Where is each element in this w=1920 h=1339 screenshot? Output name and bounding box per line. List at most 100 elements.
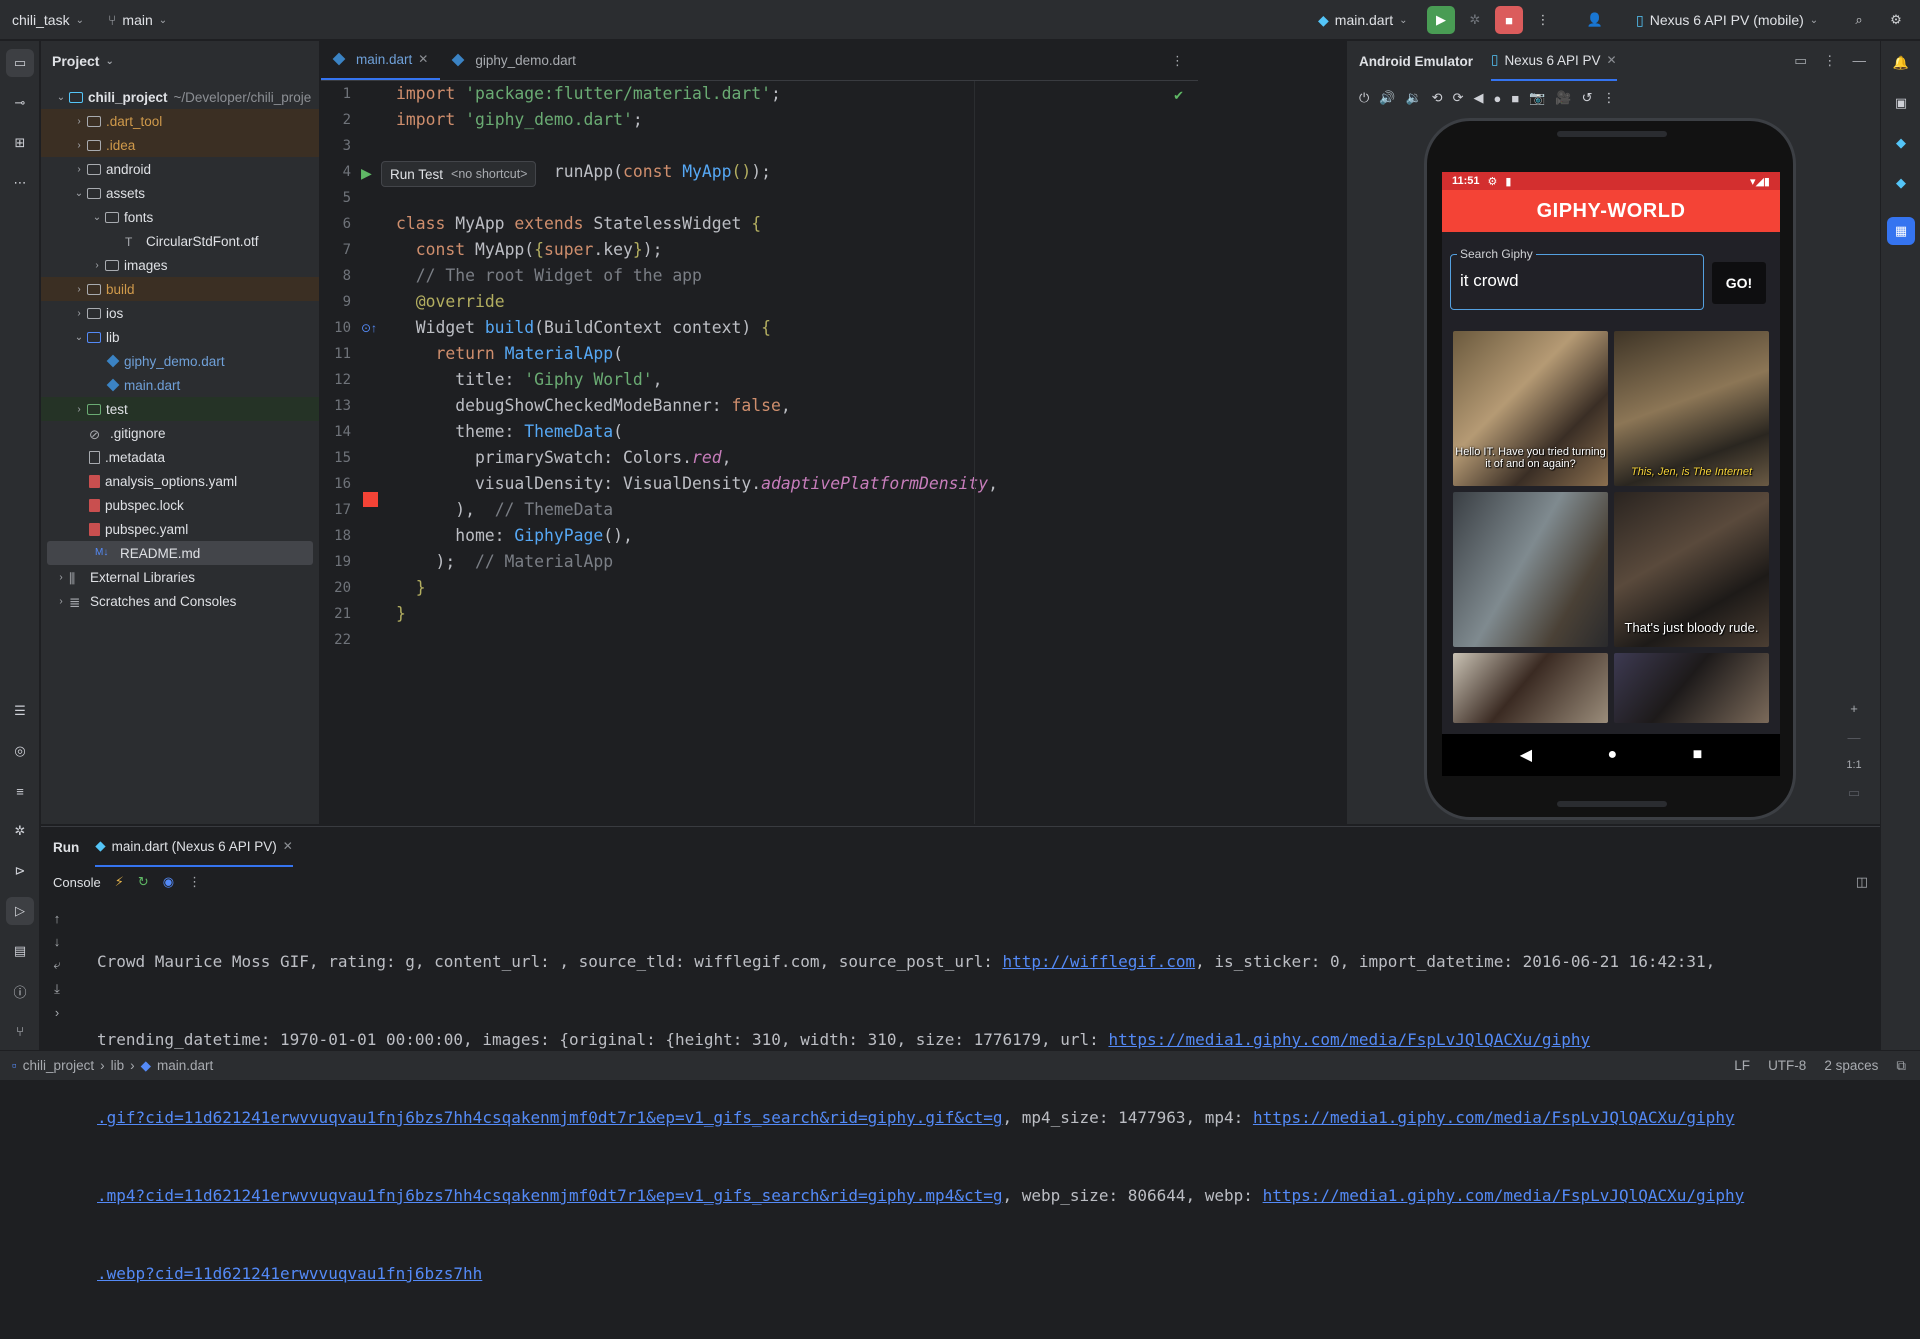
more-icon[interactable]: ⋮ — [188, 874, 201, 890]
breadcrumb-item[interactable]: main.dart — [157, 1058, 213, 1073]
device-selector[interactable]: ▯ Nexus 6 API PV (mobile) ⌄ — [1636, 0, 1818, 40]
nav-back-icon[interactable]: ◀ — [1520, 745, 1532, 765]
git-icon[interactable]: ⑂ — [6, 1017, 34, 1045]
tree-item[interactable]: main.dart — [41, 373, 319, 397]
branch-switcher[interactable]: ⑂ main ⌄ — [108, 0, 167, 40]
gif-thumbnail[interactable] — [1614, 653, 1769, 723]
search-icon[interactable]: ⌕ — [1845, 6, 1873, 34]
rotate-right-icon[interactable]: ⟳ — [1453, 90, 1464, 106]
tree-item[interactable]: › ≣ Scratches and Consoles — [41, 589, 319, 613]
tree-item[interactable]: › ⫼ External Libraries — [41, 565, 319, 589]
devtools-icon[interactable]: ◉ — [163, 874, 174, 890]
more-icon[interactable]: ⋮ — [1823, 53, 1837, 69]
tree-item[interactable]: › build — [41, 277, 319, 301]
breadcrumb-item[interactable]: lib — [111, 1058, 125, 1073]
tree-item[interactable]: ⌄ lib — [41, 325, 319, 349]
more-tools-icon[interactable]: ⋯ — [6, 169, 34, 197]
soft-wrap-icon[interactable]: ⤶ — [53, 957, 60, 973]
run-config-selector[interactable]: ◆ main.dart ⌄ — [1318, 0, 1408, 40]
run-tool-icon[interactable]: ▷ — [6, 897, 34, 925]
tree-item[interactable]: pubspec.yaml — [41, 517, 319, 541]
flutter-inspector-icon[interactable]: ◎ — [6, 737, 34, 765]
power-icon[interactable]: ⏻ — [1359, 90, 1369, 106]
gif-thumbnail[interactable]: This, Jen, is The Internet — [1614, 331, 1769, 486]
scroll-down-icon[interactable]: ↓ — [54, 934, 61, 949]
stop-icon[interactable]: ■ — [1495, 6, 1523, 34]
tree-root[interactable]: ⌄ chili_project ~/Developer/chili_proje — [41, 85, 319, 109]
more-icon[interactable]: ⋮ — [1171, 53, 1184, 69]
console-link[interactable]: https://media1.giphy.com/media/FspLvJQlQ… — [1253, 1108, 1735, 1127]
run-tab-title[interactable]: Run — [53, 840, 79, 855]
lock-icon[interactable]: ⧉ — [1896, 1058, 1906, 1074]
indent-setting[interactable]: 2 spaces — [1824, 1058, 1878, 1073]
flutter-outline-icon[interactable]: ◆ — [1887, 129, 1915, 157]
tab-giphy-demo[interactable]: giphy_demo.dart — [440, 40, 588, 80]
gif-thumbnail[interactable] — [1453, 492, 1608, 647]
project-switcher[interactable]: chili_task ⌄ — [12, 0, 84, 40]
tree-item[interactable]: › .dart_tool — [41, 109, 319, 133]
fit-screen-icon[interactable]: ▭ — [1848, 785, 1860, 801]
nav-home-icon[interactable]: ● — [1607, 746, 1617, 764]
expand-icon[interactable]: › — [55, 1005, 59, 1020]
close-icon[interactable]: ✕ — [1607, 53, 1617, 67]
rotate-left-icon[interactable]: ⟲ — [1432, 90, 1443, 106]
scroll-to-end-icon[interactable]: ⤓ — [54, 981, 60, 997]
run-gutter-icon[interactable]: ▶ — [361, 165, 372, 182]
device-manager-icon[interactable]: ▣ — [1887, 89, 1915, 117]
back-icon[interactable]: ◀ — [1473, 90, 1483, 106]
override-gutter-icon[interactable]: ⊙↑ — [361, 321, 377, 335]
tree-item[interactable]: giphy_demo.dart — [41, 349, 319, 373]
emulator-tool-icon[interactable]: ▦ — [1887, 217, 1915, 245]
console-link[interactable]: .webp?cid=11d621241erwvvuqvau1fnj6bzs7hh — [97, 1264, 482, 1283]
console-link[interactable]: https://media1.giphy.com/media/FspLvJQlQ… — [1263, 1186, 1745, 1205]
line-separator[interactable]: LF — [1734, 1058, 1750, 1073]
volume-up-icon[interactable]: 🔊 — [1379, 90, 1395, 106]
project-panel-header[interactable]: Project ⌄ — [41, 41, 319, 81]
gif-thumbnail[interactable]: Hello IT. Have you tried turning it of a… — [1453, 331, 1608, 486]
tree-item[interactable]: › ios — [41, 301, 319, 325]
breadcrumb-item[interactable]: chili_project — [23, 1058, 94, 1073]
zoom-in-icon[interactable]: + — [1850, 701, 1858, 716]
flutter-performance-icon[interactable]: ◆ — [1887, 169, 1915, 197]
console-link[interactable]: .gif?cid=11d621241erwvvuqvau1fnj6bzs7hh4… — [97, 1108, 1002, 1127]
debug-icon[interactable]: ✲ — [1461, 6, 1489, 34]
problems-icon[interactable]: ⓘ — [6, 977, 34, 1005]
tab-main-dart[interactable]: main.dart ✕ — [321, 40, 441, 80]
tree-item[interactable]: › .idea — [41, 133, 319, 157]
project-tool-icon[interactable]: ▭ — [6, 49, 34, 77]
console-output[interactable]: Crowd Maurice Moss GIF, rating: g, conte… — [97, 897, 1877, 1339]
run-config-tab[interactable]: ◆ main.dart (Nexus 6 API PV) ✕ — [95, 827, 293, 867]
record-icon[interactable]: 🎥 — [1555, 90, 1571, 106]
zoom-actual-size[interactable]: 1:1 — [1846, 759, 1861, 771]
volume-down-icon[interactable]: 🔉 — [1405, 90, 1421, 106]
tree-item-selected[interactable]: M↓ README.md — [47, 541, 313, 565]
gif-thumbnail[interactable] — [1453, 653, 1608, 723]
minimize-icon[interactable]: — — [1853, 53, 1867, 69]
add-user-icon[interactable]: 👤 — [1581, 6, 1609, 34]
snapshot-icon[interactable]: ↺ — [1582, 90, 1593, 106]
tree-item[interactable]: .metadata — [41, 445, 319, 469]
gif-thumbnail[interactable]: That's just bloody rude. — [1614, 492, 1769, 647]
nav-recents-icon[interactable]: ■ — [1693, 746, 1703, 764]
tree-item[interactable]: › android — [41, 157, 319, 181]
more-icon[interactable]: ⋮ — [1602, 90, 1615, 106]
console-tab[interactable]: Console — [53, 875, 101, 890]
outline-icon[interactable]: ≡ — [6, 777, 34, 805]
console-link[interactable]: https://media1.giphy.com/media/FspLvJQlQ… — [1108, 1030, 1590, 1049]
hot-restart-icon[interactable]: ↻ — [138, 874, 149, 890]
emulator-device-tab[interactable]: ▯ Nexus 6 API PV ✕ — [1491, 41, 1617, 81]
search-input[interactable]: Search Giphy it crowd — [1450, 247, 1704, 310]
structure-icon[interactable]: ⊞ — [6, 129, 34, 157]
services-icon[interactable]: ⊳ — [6, 857, 34, 885]
debug-tool-icon[interactable]: ✲ — [6, 817, 34, 845]
tree-item[interactable]: pubspec.lock — [41, 493, 319, 517]
commit-icon[interactable]: ⊸ — [6, 89, 34, 117]
gear-icon[interactable]: ⚙ — [1882, 6, 1910, 34]
run-icon[interactable]: ▶ — [1427, 6, 1455, 34]
layout-icon[interactable]: ◫ — [1856, 874, 1868, 890]
notifications-icon[interactable]: 🔔 — [1887, 49, 1915, 77]
tree-item[interactable]: T CircularStdFont.otf — [41, 229, 319, 253]
more-icon[interactable]: ⋮ — [1529, 6, 1557, 34]
hot-reload-icon[interactable]: ⚡ — [115, 874, 124, 890]
scroll-up-icon[interactable]: ↑ — [54, 911, 61, 926]
